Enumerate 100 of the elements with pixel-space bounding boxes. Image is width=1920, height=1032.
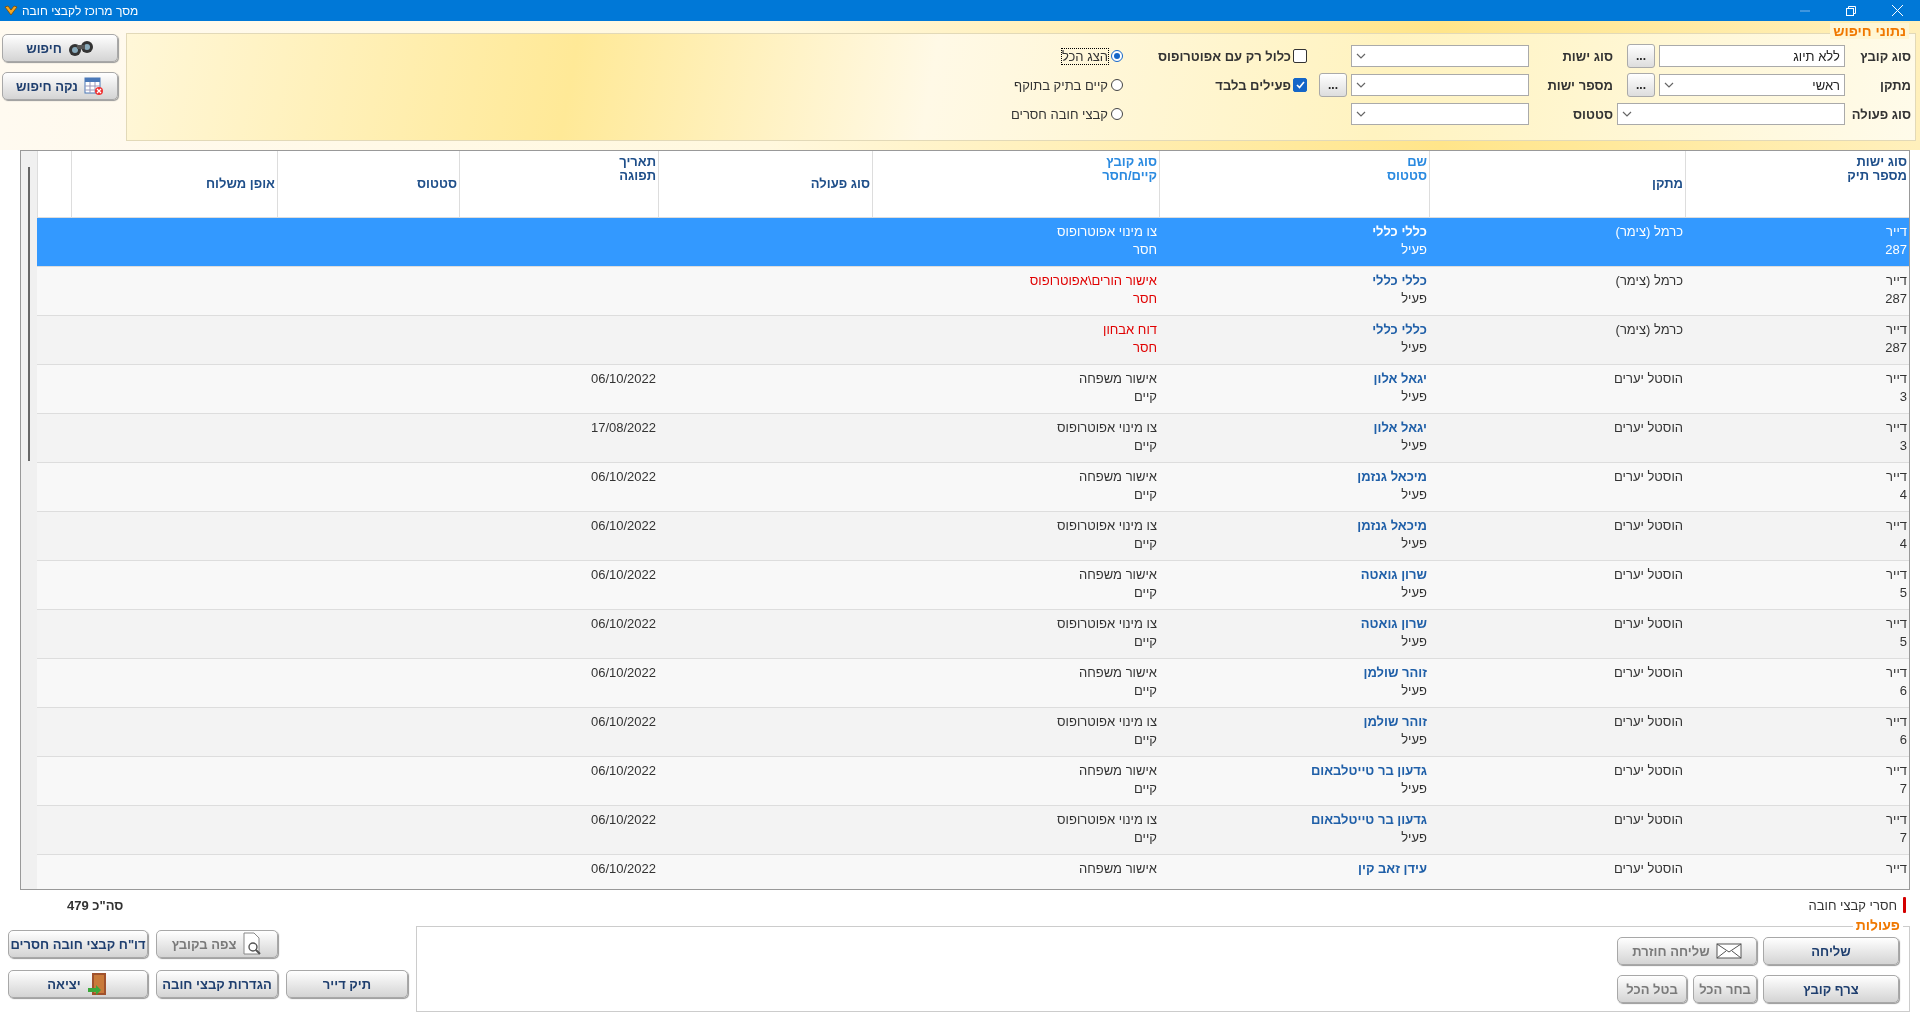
table-cell: אישור הורים\אפוטרופוס (1029, 272, 1157, 290)
table-cell: דייר (1886, 664, 1907, 682)
dropdown[interactable]: ראשי (1659, 74, 1845, 96)
checkbox-label: כלול רק עם אפוטרופוס (1157, 48, 1291, 64)
radio-button[interactable] (1111, 79, 1123, 91)
app-icon (4, 4, 18, 17)
table-cell: דייר (1886, 762, 1907, 780)
table-cell: דייר (1886, 321, 1907, 339)
browse-button[interactable]: ... (1627, 73, 1655, 97)
table-cell: הוסטל יערים (1614, 615, 1683, 633)
table-cell: דייר (1886, 517, 1907, 535)
close-icon (1891, 5, 1903, 16)
field-label: סוג פעולה (1850, 106, 1911, 122)
table-cell: קיים (1134, 437, 1157, 455)
table-cell: פעיל (1401, 682, 1427, 700)
action-button[interactable]: יציאה (8, 970, 148, 998)
table-cell: 287 (1885, 290, 1907, 308)
table-cell: 17/08/2022 (590, 419, 656, 437)
panel-legend: נתוני חיפוש (1830, 23, 1909, 39)
table-cell: פעיל (1401, 388, 1427, 406)
table-cell: קיים (1134, 486, 1157, 504)
table-cell: הוסטל יערים (1614, 713, 1683, 731)
action-button[interactable]: הגדרות קבצי חובה (156, 970, 278, 998)
table-cell: 7 (1899, 829, 1907, 847)
table-cell: 06/10/2022 (590, 713, 656, 731)
table-cell: אישור משפחה (1079, 860, 1157, 878)
radio-button[interactable] (1111, 50, 1123, 62)
chevron-down-icon (1356, 111, 1366, 117)
table-cell: אישור משפחה (1079, 762, 1157, 780)
action-button[interactable]: שליחה (1763, 937, 1899, 965)
table-cell: שרון גואטה (1360, 566, 1427, 584)
table-cell: צו מינוי אפוטרופוס (1057, 223, 1157, 241)
table-cell: פעיל (1401, 731, 1427, 749)
chevron-down-icon (1622, 111, 1632, 117)
table-cell: קיים (1134, 388, 1157, 406)
browse-button[interactable]: ... (1319, 73, 1347, 97)
search-button[interactable]: חיפוש (2, 34, 118, 62)
radio-button[interactable] (1111, 108, 1123, 120)
table-cell: 06/10/2022 (590, 468, 656, 486)
table-cell: יגאל אלון (1373, 370, 1427, 388)
table-cell: קיים (1134, 584, 1157, 602)
table-cell: גדעון בר טייטלבאום (1310, 811, 1427, 829)
table-cell: 4 (1899, 486, 1907, 504)
table-cell: הוסטל יערים (1614, 419, 1683, 437)
action-button[interactable]: תיק דייר (286, 970, 408, 998)
checkbox[interactable] (1293, 49, 1307, 63)
table-cell: קיים (1134, 780, 1157, 798)
table-cell: הוסטל יערים (1614, 468, 1683, 486)
table-cell: הוסטל יערים (1614, 370, 1683, 388)
total-count: סה"כ 479 (67, 897, 124, 913)
panel-legend: פעולות (1852, 917, 1903, 933)
dropdown[interactable] (1617, 103, 1845, 125)
table-cell: 7 (1899, 780, 1907, 798)
table-cell: כרמל (צימר) (1615, 321, 1683, 339)
action-button[interactable]: נקה חיפוש (2, 72, 118, 100)
table-cell: 06/10/2022 (590, 664, 656, 682)
table-cell: צו מינוי אפוטרופוס (1057, 517, 1157, 535)
table-cell: 6 (1899, 682, 1907, 700)
scrollbar[interactable] (28, 167, 30, 461)
table-cell: דייר (1886, 566, 1907, 584)
table-cell: דוח אבחון (1103, 321, 1157, 339)
action-button[interactable]: צרף קובץ (1763, 975, 1899, 1003)
table-cell: 4 (1899, 535, 1907, 553)
table-cell: 287 (1885, 339, 1907, 357)
table-cell: 5 (1899, 584, 1907, 602)
table-cell: אישור משפחה (1079, 370, 1157, 388)
table-cell: אישור משפחה (1079, 664, 1157, 682)
table-cell: דייר (1886, 223, 1907, 241)
table-cell: 06/10/2022 (590, 370, 656, 388)
browse-button[interactable]: ... (1627, 44, 1655, 68)
table-cell: כללי כללי (1372, 223, 1427, 241)
table-cell: דייר (1886, 272, 1907, 290)
table-cell: צו מינוי אפוטרופוס (1057, 419, 1157, 437)
table-cell: חסר (1132, 241, 1157, 259)
radio-label: הצג הכל (1061, 48, 1108, 64)
dropdown[interactable] (1351, 74, 1529, 96)
table-cell: פעיל (1401, 633, 1427, 651)
table-cell: חסר (1132, 339, 1157, 357)
input-field[interactable]: ללא תיוג (1659, 45, 1845, 67)
table-cell: הוסטל יערים (1614, 860, 1683, 878)
checkbox[interactable] (1293, 78, 1307, 92)
table-cell: מיכאל גנזמן (1357, 517, 1427, 535)
action-button[interactable]: דו"ח קבצי חובה חסרים (8, 930, 148, 958)
table-cell: פעיל (1401, 829, 1427, 847)
table-cell: פעיל (1401, 535, 1427, 553)
checkbox-label: פעילים בלבד (1215, 77, 1291, 93)
table-cell: קיים (1134, 731, 1157, 749)
table-cell: יגאל אלון (1373, 419, 1427, 437)
table-cell: צו מינוי אפוטרופוס (1057, 615, 1157, 633)
table-cell: אישור משפחה (1079, 566, 1157, 584)
table-cell: דייר (1886, 615, 1907, 633)
table-cell: 06/10/2022 (590, 811, 656, 829)
table-cell: עידן זאב קין (1358, 860, 1427, 878)
table-cell: הוסטל יערים (1614, 811, 1683, 829)
table-cell: צו מינוי אפוטרופוס (1057, 713, 1157, 731)
envelope-icon (1715, 943, 1742, 959)
table-cell: הוסטל יערים (1614, 762, 1683, 780)
field-label: מתקן (1879, 77, 1911, 93)
dropdown[interactable] (1351, 45, 1529, 67)
dropdown[interactable] (1351, 103, 1529, 125)
